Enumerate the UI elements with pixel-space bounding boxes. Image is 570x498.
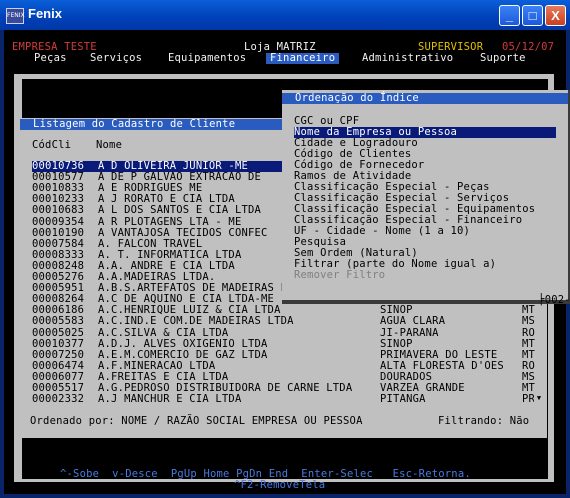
dropdown-item: Remover Filtro	[294, 269, 386, 281]
column-header-code[interactable]: CódCli	[32, 140, 71, 151]
cell-name: A VANTAJOSA TECIDOS CONFEC	[98, 226, 268, 239]
filter-status: Filtrando: Não	[438, 415, 530, 427]
close-button[interactable]: X	[545, 5, 566, 26]
item-counter: ╞002-015╡	[486, 284, 570, 317]
item-counter-text: 002-015	[544, 294, 570, 306]
column-header-name[interactable]: Nome	[96, 140, 122, 151]
cell-uf: MS	[522, 315, 536, 328]
cell-name: A R PLOTAGENS LTA - ME	[98, 215, 242, 228]
cell-code: 00005583	[32, 315, 85, 328]
menu-administrativo[interactable]: Administrativo	[362, 53, 453, 64]
window-title: Fenix	[28, 6, 62, 21]
menu-pecas[interactable]: Peças	[34, 53, 67, 64]
cell-name: A.J MANCHUR E CIA LTDA	[98, 393, 242, 406]
cell-code: 00010377	[32, 337, 85, 350]
cell-code: 00005025	[32, 326, 85, 339]
app-window: FENIX Fenix _ □ X EMPRESA TESTE Loja MAT…	[0, 0, 570, 498]
cell-uf: RO	[522, 326, 536, 339]
list-title: Listagem do Cadastro de Cliente	[20, 119, 320, 130]
cell-code: 00009354	[32, 215, 85, 228]
order-status: Ordenado por: NOME / RAZÃO SOCIAL EMPRES…	[30, 415, 363, 427]
cell-code: 00002332	[32, 393, 85, 406]
cell-name: A.C.IND.E COM.DE MADEIRAS LTDA	[98, 315, 294, 328]
menu-servicos[interactable]: Serviços	[90, 53, 142, 64]
footer-shortcuts-2: ^F2-RemoveTela	[234, 479, 326, 491]
console-area: EMPRESA TESTE Loja MATRIZ SUPERVISOR 05/…	[4, 30, 570, 494]
scroll-down-icon[interactable]: ▼	[534, 394, 544, 403]
maximize-button[interactable]: □	[522, 5, 543, 26]
cell-uf: MT	[522, 337, 536, 350]
cell-code: 00010190	[32, 226, 85, 239]
dropdown-title: Ordenação do Índice	[282, 93, 568, 104]
cell-city: SINOP	[380, 337, 413, 350]
minimize-button[interactable]: _	[499, 5, 520, 26]
menu-suporte[interactable]: Suporte	[480, 53, 526, 64]
cell-city: JI-PARANA	[380, 326, 439, 339]
cell-code: 00010683	[32, 204, 85, 217]
cell-name: A.C.SILVA & CIA LTDA	[98, 326, 229, 339]
cell-city: AGUA CLARA	[380, 315, 446, 328]
cell-name: A.D.J. ALVES OXIGENIO LTDA	[98, 337, 268, 350]
list-title-text: Listagem do Cadastro de Cliente	[33, 118, 236, 130]
table-row[interactable]: 00005583 A.C.IND.E COM.DE MADEIRAS LTDA AG…	[32, 316, 542, 327]
dropdown-title-text: Ordenação do Índice	[295, 92, 419, 104]
app-icon: FENIX	[6, 8, 25, 24]
table-row[interactable]: 00005025 A.C.SILVA & CIA LTDA JI-PARANA RO	[32, 326, 542, 339]
cell-name: A L DOS SANTOS E CIA LTDA	[98, 204, 262, 217]
cell-city: PITANGA	[380, 393, 426, 406]
table-row[interactable]: 00010377 A.D.J. ALVES OXIGENIO LTDA SINOP M…	[32, 337, 542, 350]
menu-equipamentos[interactable]: Equipamentos	[168, 53, 246, 64]
title-bar[interactable]: FENIX Fenix _ □ X	[0, 0, 570, 30]
menu-financeiro[interactable]: Financeiro	[266, 53, 340, 64]
table-row[interactable]: 00002332 A.J MANCHUR E CIA LTDA PITANGA PR	[32, 394, 542, 405]
sort-order-dropdown: Ordenação do Índice CGC ou CPF Nome da Em…	[282, 90, 570, 306]
